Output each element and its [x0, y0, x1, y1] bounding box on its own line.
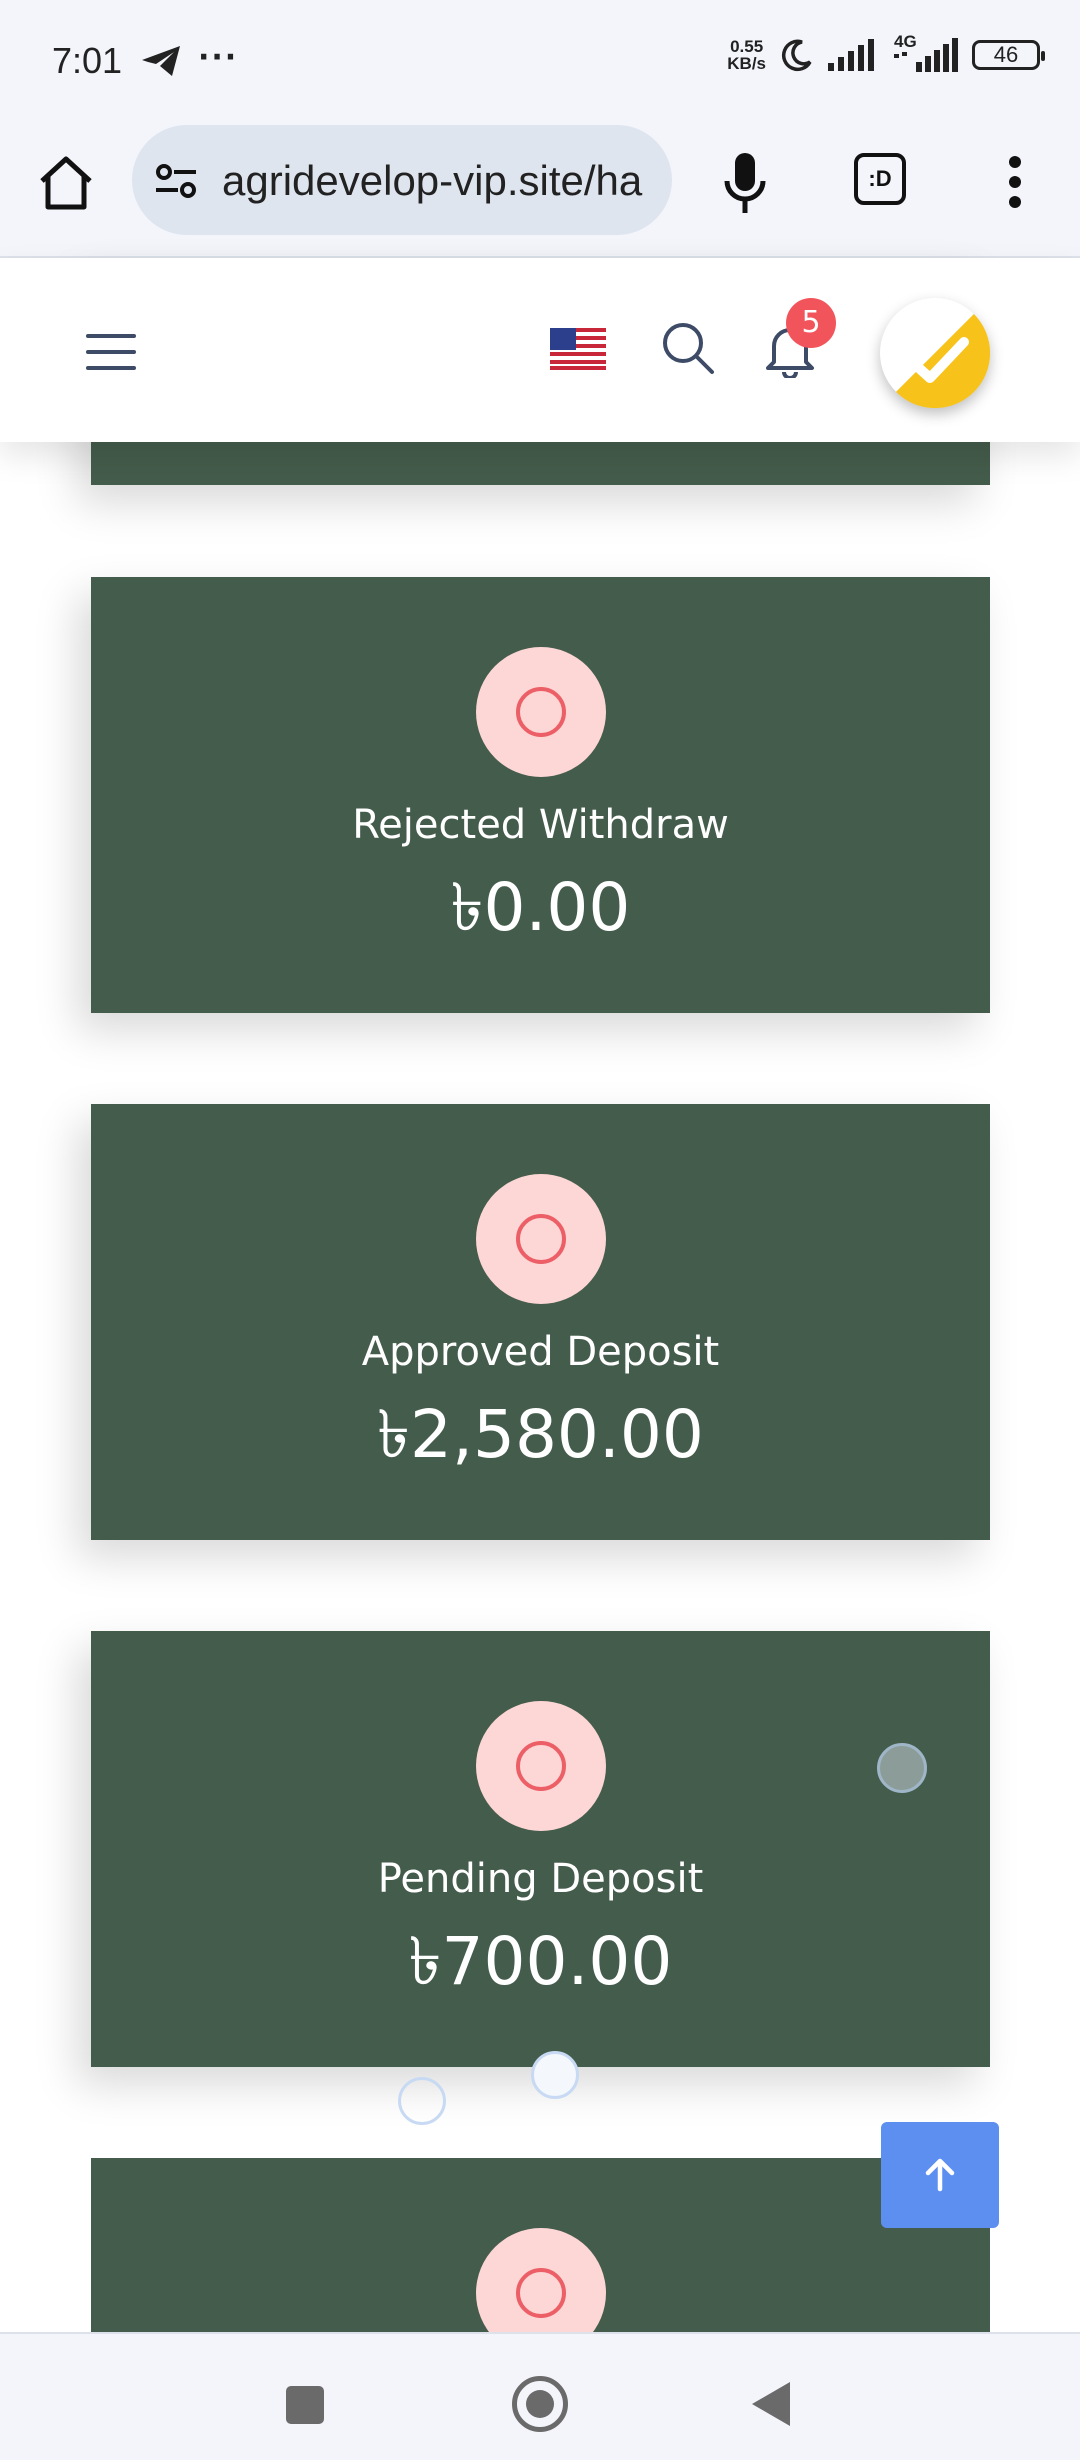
system-navigation-bar — [0, 2332, 1080, 2460]
more-options-icon[interactable] — [1000, 155, 1030, 209]
more-notifications-icon: ··· — [198, 40, 239, 75]
stat-amount: ৳700.00 — [408, 1923, 673, 2000]
decorative-dot — [877, 1743, 927, 1793]
stat-amount: ৳0.00 — [450, 869, 631, 946]
stat-label: Approved Deposit — [361, 1329, 720, 1375]
stat-card-partial-bottom — [91, 2158, 990, 2332]
decorative-dot — [398, 2077, 446, 2125]
status-circle-icon — [476, 647, 606, 777]
status-right-icons: 0.55 KB/s 4G 46 — [727, 32, 1045, 73]
avatar[interactable] — [880, 298, 990, 408]
hamburger-menu-icon[interactable] — [86, 334, 136, 382]
url-text[interactable]: agridevelop-vip.site/ha — [222, 157, 642, 205]
arrow-up-icon — [925, 2158, 955, 2192]
stat-amount: ৳2,580.00 — [377, 1396, 704, 1473]
stat-label: Pending Deposit — [377, 1856, 704, 1902]
address-bar[interactable]: agridevelop-vip.site/ha — [132, 125, 672, 235]
search-icon[interactable] — [660, 320, 716, 376]
net-speed: 0.55 KB/s — [727, 37, 766, 73]
stat-label: Rejected Withdraw — [352, 802, 729, 848]
scroll-to-top-button[interactable] — [881, 2122, 999, 2228]
stat-card-approved-deposit: Approved Deposit ৳2,580.00 — [91, 1104, 990, 1540]
back-icon[interactable] — [752, 2382, 790, 2426]
stat-card-pending-deposit: Pending Deposit ৳700.00 — [91, 1631, 990, 2067]
moon-icon — [781, 39, 812, 72]
site-settings-icon[interactable] — [154, 163, 198, 199]
signal-icon — [828, 39, 874, 71]
status-circle-icon — [476, 1174, 606, 1304]
home-icon[interactable] — [36, 153, 96, 213]
status-bar: 7:01 ··· 0.55 KB/s 4G 46 — [0, 0, 1080, 125]
telegram-icon — [142, 46, 180, 76]
browser-toolbar: agridevelop-vip.site/ha :D — [0, 125, 1080, 258]
notification-badge: 5 — [786, 298, 836, 348]
status-circle-icon — [476, 2228, 606, 2332]
stat-card-rejected-withdraw: Rejected Withdraw ৳0.00 — [91, 577, 990, 1013]
home-nav-icon[interactable] — [512, 2376, 568, 2432]
microphone-icon[interactable] — [722, 151, 768, 217]
site-header: 5 — [0, 258, 1080, 442]
status-circle-icon — [476, 1701, 606, 1831]
tab-switcher-button[interactable]: :D — [854, 153, 906, 205]
4g-signal-icon: 4G — [892, 32, 958, 72]
status-time: 7:01 — [52, 40, 123, 81]
decorative-dot — [531, 2051, 579, 2099]
recent-apps-icon[interactable] — [286, 2386, 324, 2424]
us-flag-icon[interactable] — [550, 328, 606, 370]
battery-indicator: 46 — [972, 40, 1045, 70]
avatar-image — [880, 298, 990, 408]
